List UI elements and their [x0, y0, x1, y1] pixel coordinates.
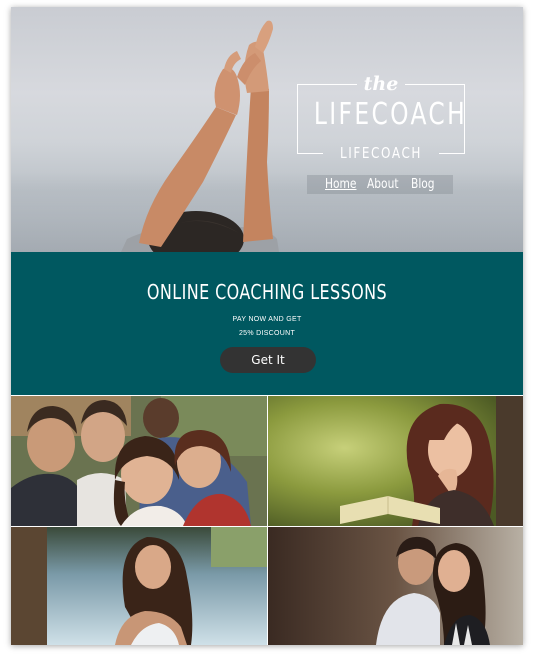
page-frame: the LIFECOACH LIFECOACH Home About Blog …: [11, 7, 523, 645]
site-logo[interactable]: the LIFECOACH LIFECOACH: [295, 73, 467, 165]
photo-gallery: [11, 396, 523, 645]
nav-link-home[interactable]: Home: [325, 175, 356, 194]
logo-subtitle: LIFECOACH: [339, 144, 423, 162]
promo-section: ONLINE COACHING LESSONS PAY NOW AND GET …: [11, 252, 523, 395]
logo-rule-left: [297, 84, 357, 85]
gallery-photo-group-friends[interactable]: [11, 396, 267, 526]
promo-text-line2: 25% DISCOUNT: [238, 330, 296, 337]
logo-rule-right: [405, 84, 465, 85]
main-nav: Home About Blog: [307, 175, 453, 194]
promo-text-line1: PAY NOW AND GET: [232, 316, 302, 323]
promo-title: ONLINE COACHING LESSONS: [146, 280, 388, 304]
logo-subtitle-row: LIFECOACH: [295, 143, 467, 163]
hero-banner: the LIFECOACH LIFECOACH Home About Blog: [11, 7, 523, 252]
get-it-button[interactable]: Get It: [220, 347, 316, 373]
nav-link-blog[interactable]: Blog: [411, 175, 435, 194]
gallery-photo-couple[interactable]: [268, 527, 523, 645]
logo-title: LIFECOACH: [313, 97, 468, 132]
gallery-photo-woman-smiling[interactable]: [11, 527, 267, 645]
gallery-photo-woman-reading[interactable]: [268, 396, 523, 526]
nav-link-about[interactable]: About: [367, 175, 399, 194]
